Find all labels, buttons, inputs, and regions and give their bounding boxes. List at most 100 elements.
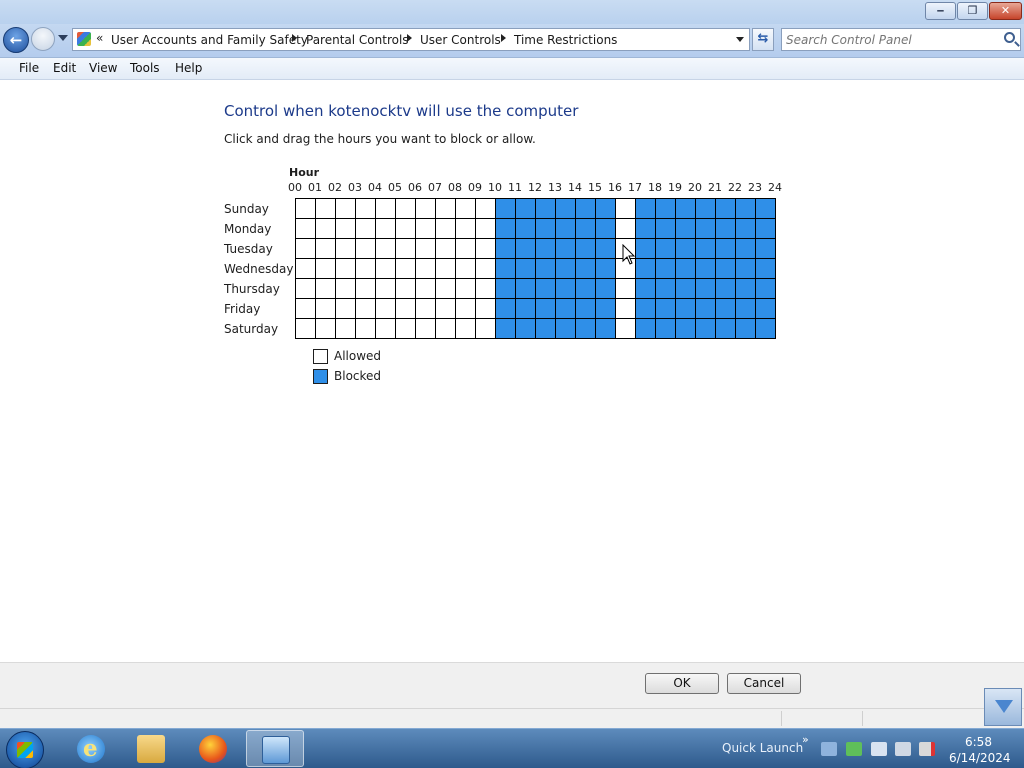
hour-cell[interactable] bbox=[376, 259, 396, 279]
hour-cell[interactable] bbox=[736, 319, 756, 339]
hour-cell[interactable] bbox=[716, 259, 736, 279]
hour-cell[interactable] bbox=[536, 219, 556, 239]
hour-cell[interactable] bbox=[376, 319, 396, 339]
tray-network-icon[interactable] bbox=[895, 742, 911, 756]
hour-cell[interactable] bbox=[656, 199, 676, 219]
hour-cell[interactable] bbox=[436, 219, 456, 239]
hour-cell[interactable] bbox=[636, 199, 656, 219]
hour-cell[interactable] bbox=[356, 279, 376, 299]
hour-cell[interactable] bbox=[696, 219, 716, 239]
breadcrumb-arrow-icon[interactable] bbox=[292, 34, 297, 42]
hour-cell[interactable] bbox=[316, 279, 336, 299]
hour-cell[interactable] bbox=[676, 319, 696, 339]
hour-cell[interactable] bbox=[436, 199, 456, 219]
recent-pages-dropdown-icon[interactable] bbox=[58, 35, 68, 41]
hour-cell[interactable] bbox=[296, 259, 316, 279]
menu-tools[interactable]: Tools bbox=[130, 61, 160, 75]
hour-cell[interactable] bbox=[296, 319, 316, 339]
hour-cell[interactable] bbox=[616, 279, 636, 299]
back-button[interactable]: ← bbox=[3, 27, 29, 53]
hour-cell[interactable] bbox=[496, 299, 516, 319]
hour-cell[interactable] bbox=[496, 279, 516, 299]
hour-cell[interactable] bbox=[416, 279, 436, 299]
scroll-down-button[interactable] bbox=[984, 688, 1022, 726]
hour-cell[interactable] bbox=[476, 199, 496, 219]
hour-cell[interactable] bbox=[576, 199, 596, 219]
hour-cell[interactable] bbox=[316, 299, 336, 319]
search-input[interactable] bbox=[786, 31, 996, 48]
hour-cell[interactable] bbox=[656, 279, 676, 299]
hour-cell[interactable] bbox=[476, 319, 496, 339]
hour-cell[interactable] bbox=[736, 299, 756, 319]
hour-cell[interactable] bbox=[336, 299, 356, 319]
hour-cell[interactable] bbox=[676, 259, 696, 279]
hour-cell[interactable] bbox=[416, 239, 436, 259]
hour-cell[interactable] bbox=[456, 259, 476, 279]
hour-cell[interactable] bbox=[496, 199, 516, 219]
hour-cell[interactable] bbox=[516, 219, 536, 239]
hour-cell[interactable] bbox=[416, 299, 436, 319]
hour-cell[interactable] bbox=[576, 219, 596, 239]
hour-cell[interactable] bbox=[656, 299, 676, 319]
hour-cell[interactable] bbox=[676, 279, 696, 299]
hour-cell[interactable] bbox=[556, 319, 576, 339]
hour-cell[interactable] bbox=[736, 239, 756, 259]
hour-cell[interactable] bbox=[336, 219, 356, 239]
breadcrumb-time-restrictions[interactable]: Time Restrictions bbox=[514, 33, 617, 47]
hour-cell[interactable] bbox=[316, 219, 336, 239]
hour-cell[interactable] bbox=[736, 219, 756, 239]
hour-cell[interactable] bbox=[596, 319, 616, 339]
hour-cell[interactable] bbox=[476, 259, 496, 279]
hour-cell[interactable] bbox=[476, 219, 496, 239]
breadcrumb-user-accounts[interactable]: User Accounts and Family Safety bbox=[111, 33, 308, 47]
clock-time[interactable]: 6:58 bbox=[965, 735, 992, 749]
hour-cell[interactable] bbox=[536, 259, 556, 279]
minimize-button[interactable]: ‒ bbox=[925, 2, 956, 20]
hour-cell[interactable] bbox=[456, 219, 476, 239]
hour-cell[interactable] bbox=[596, 199, 616, 219]
hour-cell[interactable] bbox=[636, 239, 656, 259]
hour-cell[interactable] bbox=[576, 239, 596, 259]
hour-cell[interactable] bbox=[356, 219, 376, 239]
hour-cell[interactable] bbox=[356, 299, 376, 319]
hour-cell[interactable] bbox=[436, 239, 456, 259]
tray-security-icon[interactable] bbox=[846, 742, 862, 756]
hour-cell[interactable] bbox=[516, 199, 536, 219]
menu-edit[interactable]: Edit bbox=[53, 61, 76, 75]
hour-cell[interactable] bbox=[556, 239, 576, 259]
hour-cell[interactable] bbox=[316, 239, 336, 259]
hour-cell[interactable] bbox=[396, 299, 416, 319]
hour-cell[interactable] bbox=[676, 299, 696, 319]
hour-cell[interactable] bbox=[756, 299, 776, 319]
hour-cell[interactable] bbox=[516, 319, 536, 339]
hour-cell[interactable] bbox=[516, 279, 536, 299]
hour-cell[interactable] bbox=[356, 259, 376, 279]
menu-file[interactable]: File bbox=[19, 61, 39, 75]
hour-cell[interactable] bbox=[656, 219, 676, 239]
hour-cell[interactable] bbox=[676, 199, 696, 219]
hour-cell[interactable] bbox=[676, 219, 696, 239]
hour-cell[interactable] bbox=[536, 239, 556, 259]
hour-cell[interactable] bbox=[296, 279, 316, 299]
hour-cell[interactable] bbox=[596, 219, 616, 239]
hour-cell[interactable] bbox=[556, 299, 576, 319]
hour-cell[interactable] bbox=[396, 199, 416, 219]
hour-cell[interactable] bbox=[616, 199, 636, 219]
hour-cell[interactable] bbox=[476, 239, 496, 259]
hour-cell[interactable] bbox=[396, 279, 416, 299]
hour-cell[interactable] bbox=[396, 319, 416, 339]
quick-launch-label[interactable]: Quick Launch bbox=[722, 741, 803, 755]
hour-cell[interactable] bbox=[636, 219, 656, 239]
breadcrumb-user-controls[interactable]: User Controls bbox=[420, 33, 501, 47]
hour-cell[interactable] bbox=[736, 199, 756, 219]
hour-cell[interactable] bbox=[456, 319, 476, 339]
hour-cell[interactable] bbox=[616, 299, 636, 319]
hour-cell[interactable] bbox=[296, 239, 316, 259]
time-restriction-grid[interactable] bbox=[295, 198, 776, 339]
hour-cell[interactable] bbox=[336, 259, 356, 279]
ok-button[interactable]: OK bbox=[645, 673, 719, 694]
hour-cell[interactable] bbox=[636, 279, 656, 299]
tray-document-icon[interactable] bbox=[871, 742, 887, 756]
hour-cell[interactable] bbox=[516, 259, 536, 279]
hour-cell[interactable] bbox=[416, 199, 436, 219]
